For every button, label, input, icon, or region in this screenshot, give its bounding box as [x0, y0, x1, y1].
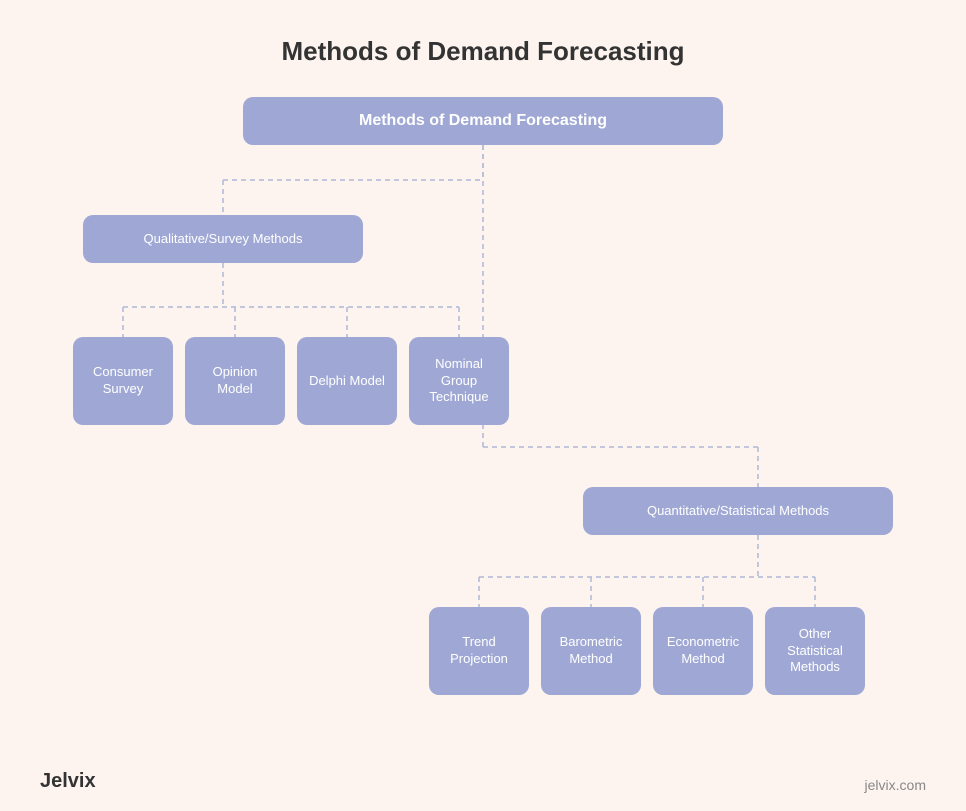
footer-brand: Jelvix — [40, 770, 96, 793]
trend-projection-node: Trend Projection — [429, 607, 529, 695]
connectors-svg — [53, 97, 913, 811]
consumer-survey-node: Consumer Survey — [73, 337, 173, 425]
page-container: Methods of Demand Forecasting — [0, 0, 966, 811]
root-node: Methods of Demand Forecasting — [243, 97, 723, 145]
footer-url: jelvix.com — [865, 777, 926, 793]
page-title: Methods of Demand Forecasting — [281, 36, 684, 67]
other-statistical-node: Other Statistical Methods — [765, 607, 865, 695]
quantitative-node: Quantitative/Statistical Methods — [583, 487, 893, 535]
barometric-method-node: Barometric Method — [541, 607, 641, 695]
opinion-model-node: Opinion Model — [185, 337, 285, 425]
nominal-group-node: Nominal Group Technique — [409, 337, 509, 425]
delphi-model-node: Delphi Model — [297, 337, 397, 425]
qualitative-node: Qualitative/Survey Methods — [83, 215, 363, 263]
econometric-method-node: Econometric Method — [653, 607, 753, 695]
diagram-area: Methods of Demand Forecasting Qualitativ… — [53, 97, 913, 811]
